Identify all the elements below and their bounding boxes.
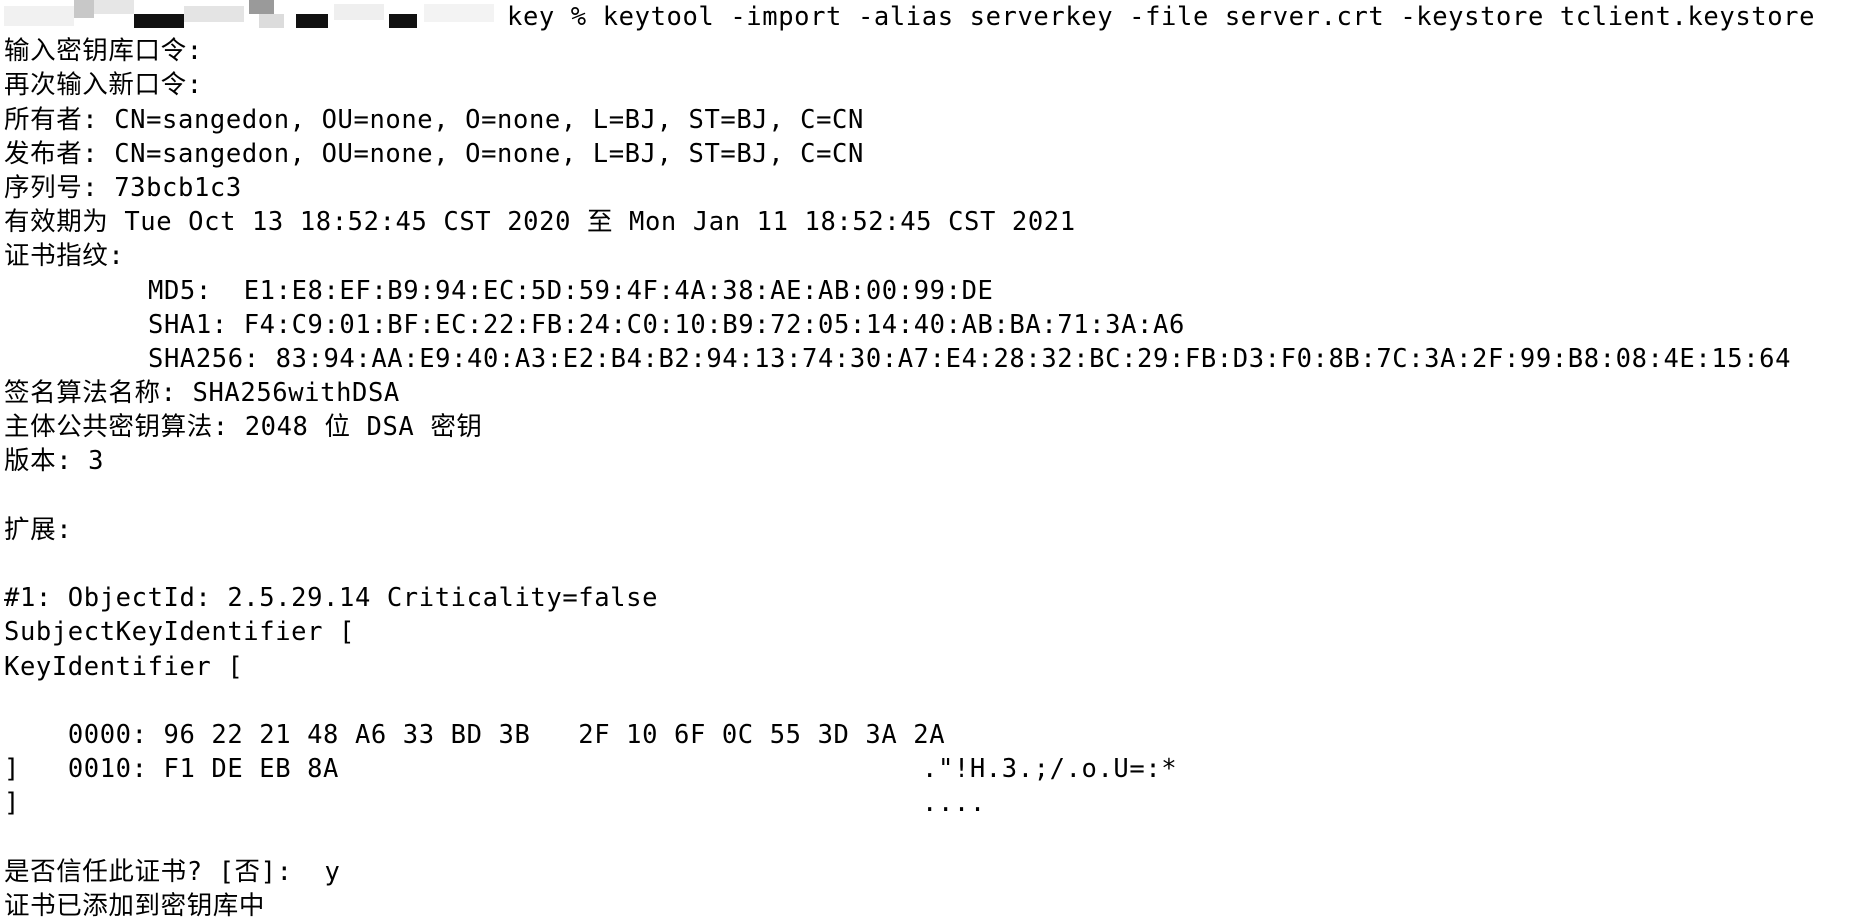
serial-number-line: 序列号: 73bcb1c3 xyxy=(4,172,242,203)
signature-algorithm-line: 签名算法名称: SHA256withDSA xyxy=(4,378,400,409)
extensions-heading: 扩展: xyxy=(4,514,73,545)
hex-dump-row: 0000: 96 22 21 48 A6 33 BD 3B 2F 10 6F 0… xyxy=(4,684,1874,784)
md5-fingerprint-line: MD5: E1:E8:EF:B9:94:EC:5D:59:4F:4A:38:AE… xyxy=(148,275,994,306)
trust-prompt-line: 是否信任此证书? [否]: y xyxy=(4,856,341,887)
prompt-line: key % keytool -import -alias serverkey -… xyxy=(4,0,1874,34)
output-line: 输入密钥库口令: xyxy=(4,36,203,67)
output-line: 再次输入新口令: xyxy=(4,70,203,101)
closing-bracket-line: ] xyxy=(4,788,20,819)
fingerprint-heading: 证书指纹: xyxy=(4,241,125,272)
terminal-window[interactable]: key % keytool -import -alias serverkey -… xyxy=(0,0,1874,921)
issuer-line: 发布者: CN=sangedon, OU=none, O=none, L=BJ,… xyxy=(4,138,864,169)
subject-key-identifier-line: SubjectKeyIdentifier [ xyxy=(4,617,355,648)
redacted-prompt-path xyxy=(4,0,504,30)
version-line: 版本: 3 xyxy=(4,446,105,477)
hex-dump-row: 0010: F1 DE EB 8A .... xyxy=(4,718,1874,818)
public-key-algorithm-line: 主体公共密钥算法: 2048 位 DSA 密钥 xyxy=(4,412,483,443)
closing-bracket-line: ] xyxy=(4,754,20,785)
extension-objectid-line: #1: ObjectId: 2.5.29.14 Criticality=fals… xyxy=(4,583,659,614)
key-identifier-line: KeyIdentifier [ xyxy=(4,651,244,682)
command-text: key % keytool -import -alias serverkey -… xyxy=(507,2,1816,32)
owner-line: 所有者: CN=sangedon, OU=none, O=none, L=BJ,… xyxy=(4,104,864,135)
sha1-fingerprint-line: SHA1: F4:C9:01:BF:EC:22:FB:24:C0:10:B9:7… xyxy=(148,309,1185,340)
sha256-fingerprint-line: SHA256: 83:94:AA:E9:40:A3:E2:B4:B2:94:13… xyxy=(148,343,1792,374)
validity-line: 有效期为 Tue Oct 13 18:52:45 CST 2020 至 Mon … xyxy=(4,207,1076,238)
